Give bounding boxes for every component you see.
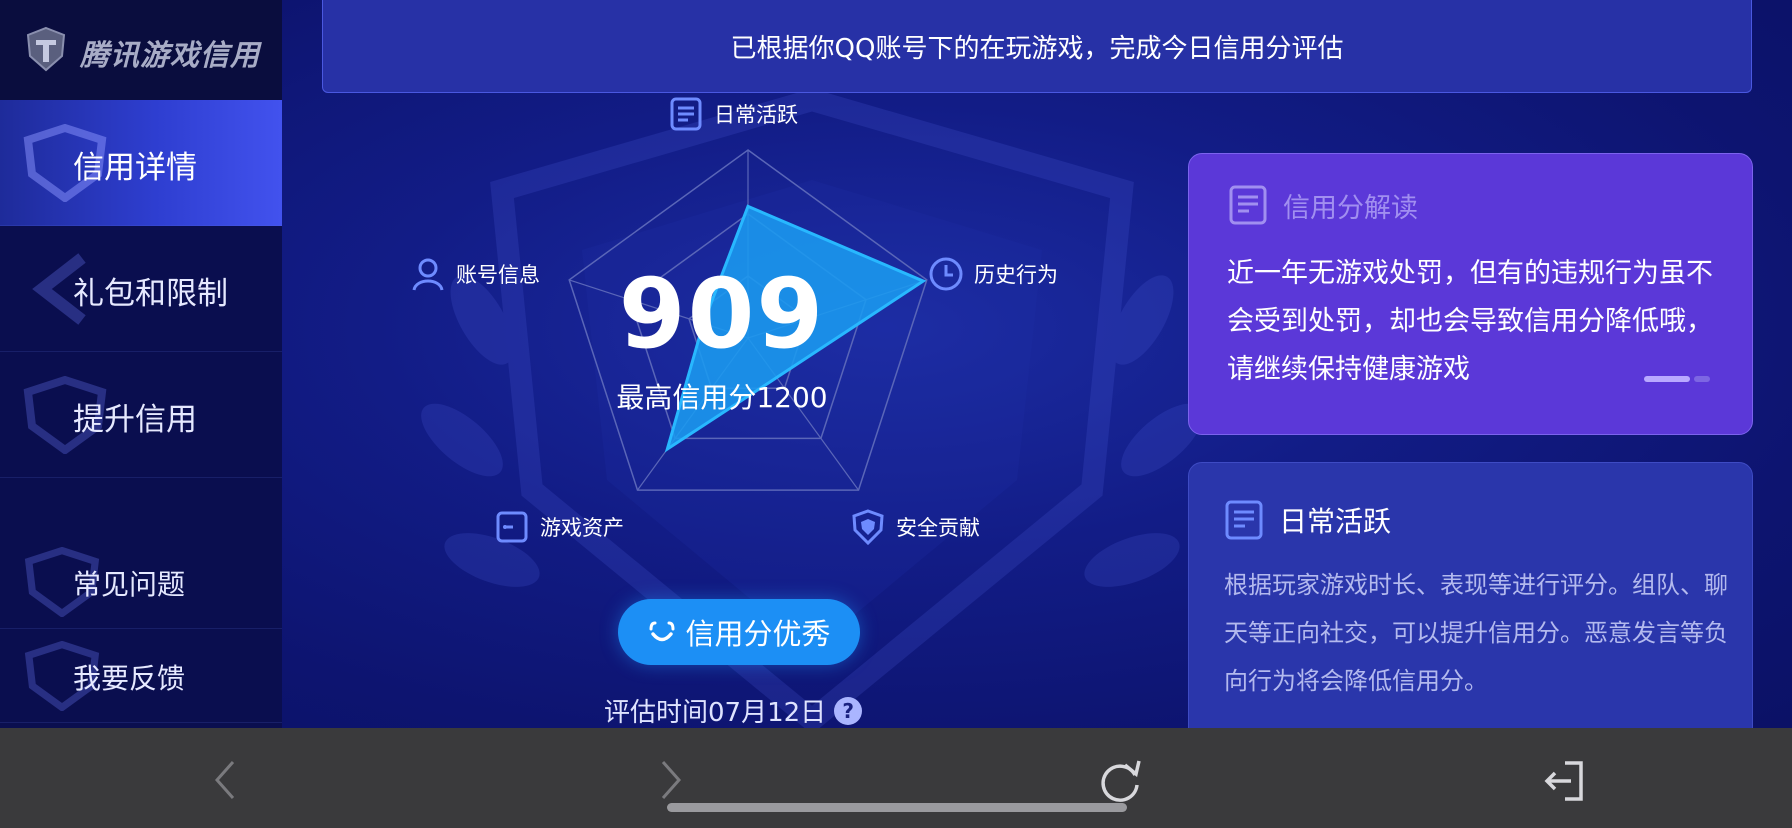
home-indicator xyxy=(667,803,1127,812)
document-icon xyxy=(1229,185,1267,225)
shield-icon xyxy=(852,509,884,545)
axis-game-assets[interactable]: 游戏资产 xyxy=(494,509,624,545)
credit-score: 909 xyxy=(618,258,826,370)
document-icon xyxy=(1225,500,1263,540)
smile-icon xyxy=(649,621,675,642)
daily-activity-card[interactable]: 日常活跃 根据玩家游戏时长、表现等进行评分。组队、聊天等正向社交，可以提升信用分… xyxy=(1188,462,1753,728)
card-body: 近一年无游戏处罚，但有的违规行为虽不会受到处罚，却也会导致信用分降低哦，请继续保… xyxy=(1227,258,1713,385)
main-content: 已根据你QQ账号下的在玩游戏，完成今日信用分评估 日常活跃 历史行为 安全贡献 xyxy=(282,0,1792,728)
evaluation-time: 评估时间07月12日 ? xyxy=(604,692,863,728)
axis-label-text: 安全贡献 xyxy=(896,516,980,540)
axis-label-text: 游戏资产 xyxy=(540,516,624,540)
help-icon[interactable]: ? xyxy=(834,696,863,725)
card-header: 信用分解读 xyxy=(1227,184,1418,226)
axis-security-contribution[interactable]: 安全贡献 xyxy=(850,509,980,545)
card-title: 信用分解读 xyxy=(1283,192,1418,224)
sidebar-item-label: 提升信用 xyxy=(73,402,197,438)
axis-label-text: 日常活跃 xyxy=(714,103,798,127)
exit-button[interactable] xyxy=(1536,752,1592,808)
wallet-icon xyxy=(496,511,528,543)
card-body: 根据玩家游戏时长、表现等进行评分。组队、聊天等正向社交，可以提升信用分。恶意发言… xyxy=(1224,571,1728,695)
evaluation-banner: 已根据你QQ账号下的在玩游戏，完成今日信用分评估 xyxy=(322,0,1752,93)
sidebar: 腾讯游戏信用 信用详情 礼包和限制 提升信用 常见问题 我要反馈 xyxy=(0,0,282,728)
sidebar-item-label: 常见问题 xyxy=(73,568,186,601)
refresh-button[interactable] xyxy=(1092,752,1148,808)
credit-interpretation-card[interactable]: 信用分解读 近一年无游戏处罚，但有的违规行为虽不会受到处罚，却也会导致信用分降低… xyxy=(1188,153,1753,435)
browser-bottom-bar xyxy=(0,728,1792,828)
axis-daily-activity[interactable]: 日常活跃 xyxy=(668,96,798,132)
credit-rating-button[interactable]: 信用分优秀 xyxy=(618,599,860,665)
logo-text: 腾讯游戏信用 xyxy=(80,38,261,72)
credit-rating-label: 信用分优秀 xyxy=(685,617,831,651)
sidebar-item-credit-details[interactable]: 信用详情 xyxy=(0,100,282,226)
sidebar-item-gifts-limits[interactable]: 礼包和限制 xyxy=(0,226,282,352)
user-icon xyxy=(412,258,444,291)
logo-area: 腾讯游戏信用 xyxy=(0,0,282,100)
chevron-right-icon xyxy=(661,761,682,799)
sidebar-item-feedback[interactable]: 我要反馈 xyxy=(0,629,282,723)
max-score-label: 最高信用分1200 xyxy=(616,381,828,414)
card-pager[interactable] xyxy=(1644,376,1710,382)
evaluation-time-text: 评估时间07月12日 xyxy=(604,698,827,728)
document-icon xyxy=(670,97,702,131)
axis-account-info[interactable]: 账号信息 xyxy=(410,256,540,292)
forward-button[interactable] xyxy=(643,752,699,808)
pager-dot-active xyxy=(1644,376,1690,382)
sidebar-item-label: 礼包和限制 xyxy=(73,276,228,312)
axis-label-text: 账号信息 xyxy=(456,263,540,287)
card-header: 日常活跃 xyxy=(1223,499,1391,541)
back-button[interactable] xyxy=(197,752,253,808)
exit-icon xyxy=(1544,761,1583,801)
sidebar-item-label: 信用详情 xyxy=(73,150,197,186)
chevron-left-icon xyxy=(214,761,235,799)
refresh-icon xyxy=(1101,760,1141,802)
sidebar-item-improve-credit[interactable]: 提升信用 xyxy=(0,352,282,478)
clock-icon xyxy=(929,257,963,291)
axis-label-text: 历史行为 xyxy=(974,263,1058,287)
logo-badge-icon xyxy=(26,26,66,72)
axis-history-behavior[interactable]: 历史行为 xyxy=(928,256,1058,292)
card-title: 日常活跃 xyxy=(1279,505,1392,538)
sidebar-item-faq[interactable]: 常见问题 xyxy=(0,535,282,629)
pager-dot xyxy=(1694,376,1710,382)
banner-text: 已根据你QQ账号下的在玩游戏，完成今日信用分评估 xyxy=(730,33,1344,64)
sidebar-item-label: 我要反馈 xyxy=(73,662,186,695)
